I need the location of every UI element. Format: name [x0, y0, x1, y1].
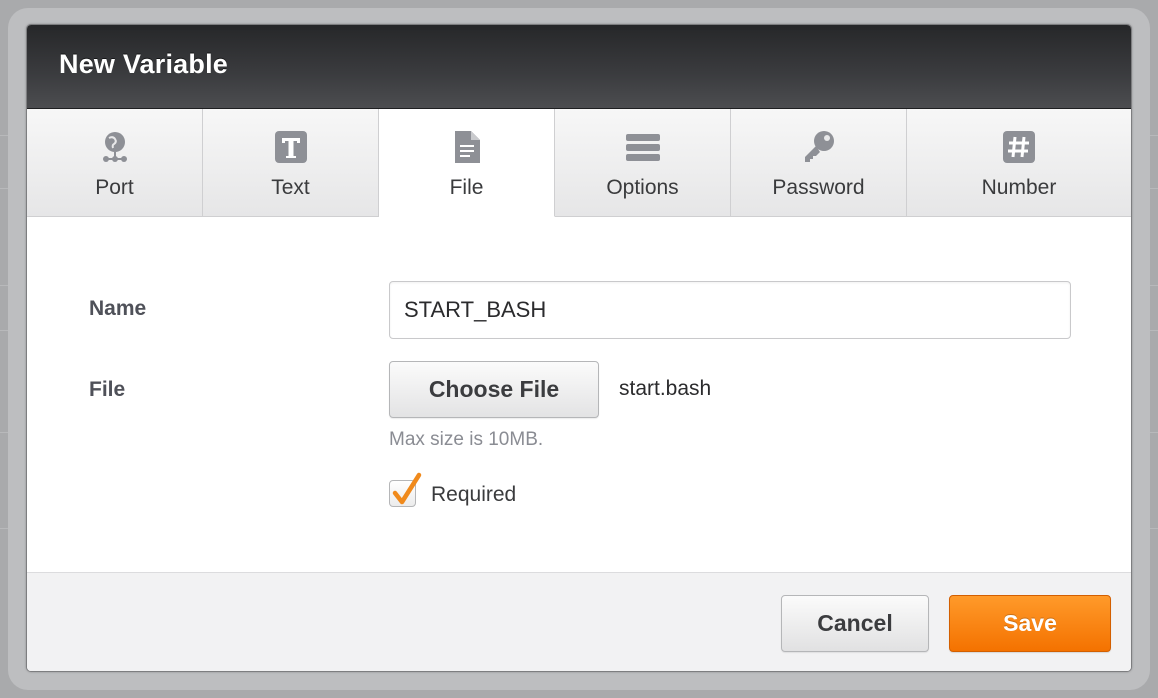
tab-port[interactable]: Port — [27, 109, 203, 217]
port-globe-icon — [97, 129, 133, 165]
options-list-icon — [625, 129, 661, 165]
hash-icon — [1001, 129, 1037, 165]
tab-label: Number — [981, 176, 1057, 199]
file-document-icon — [449, 129, 485, 165]
choose-file-button[interactable]: Choose File — [389, 361, 599, 418]
file-label: File — [89, 378, 126, 401]
tab-options[interactable]: Options — [555, 109, 731, 217]
variable-type-tabs: Port Text File Options Password Number — [27, 109, 1131, 217]
key-icon — [801, 129, 837, 165]
cancel-button[interactable]: Cancel — [781, 595, 929, 652]
dialog-title: New Variable — [59, 49, 228, 79]
tab-label: Options — [606, 176, 679, 199]
tab-label: Port — [95, 176, 134, 199]
dialog-header: New Variable — [27, 25, 1131, 109]
tab-label: File — [449, 176, 484, 199]
name-input[interactable] — [389, 281, 1071, 339]
tab-label: Password — [772, 176, 865, 199]
required-checkbox[interactable] — [389, 472, 422, 507]
text-t-icon — [273, 129, 309, 165]
save-button[interactable]: Save — [949, 595, 1111, 652]
tab-label: Text — [271, 176, 310, 199]
tab-file[interactable]: File — [379, 109, 555, 217]
tab-number[interactable]: Number — [907, 109, 1131, 217]
checkmark-icon — [392, 472, 422, 505]
tab-password[interactable]: Password — [731, 109, 907, 217]
name-label: Name — [89, 297, 147, 320]
tab-text[interactable]: Text — [203, 109, 379, 217]
new-variable-dialog: New Variable Port Text File Options Pass… — [26, 24, 1132, 672]
max-size-hint: Max size is 10MB. — [389, 429, 544, 450]
required-label: Required — [431, 483, 517, 506]
selected-file-name: start.bash — [619, 377, 712, 400]
